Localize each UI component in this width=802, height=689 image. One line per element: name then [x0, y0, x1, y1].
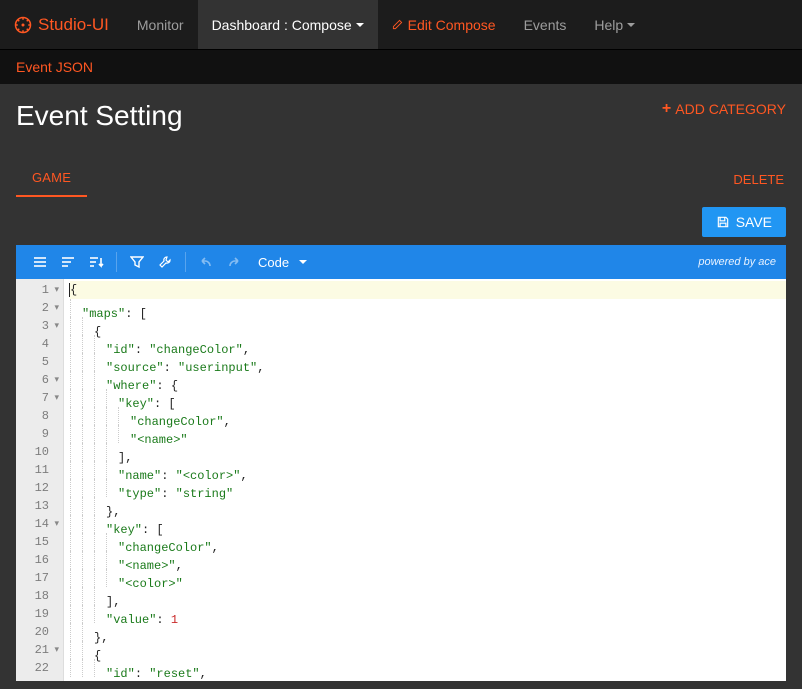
line-number: 6▾ — [24, 371, 59, 389]
redo-icon[interactable] — [220, 249, 248, 275]
fold-toggle-icon[interactable]: ▾ — [51, 515, 59, 533]
line-number: 22 — [24, 659, 59, 677]
line-number: 10 — [24, 443, 59, 461]
undo-icon[interactable] — [192, 249, 220, 275]
code-line[interactable]: { — [70, 281, 786, 299]
nav-edit-compose[interactable]: Edit Compose — [378, 0, 510, 49]
line-number: 9 — [24, 425, 59, 443]
delete-category-button[interactable]: DELETE — [731, 162, 786, 197]
nav-events[interactable]: Events — [510, 0, 581, 49]
line-number-gutter: 1▾2▾3▾456▾7▾891011121314▾15161718192021▾… — [16, 279, 64, 681]
code-line[interactable]: "type": "string" — [70, 479, 786, 497]
save-icon — [716, 215, 730, 229]
expand-all-icon[interactable] — [26, 249, 54, 275]
toolbar-separator — [116, 252, 117, 272]
editor-toolbar: Code powered by ace — [16, 245, 786, 279]
pencil-icon — [392, 19, 403, 30]
line-number: 1▾ — [24, 281, 59, 299]
code-line[interactable]: "maps": [ — [70, 299, 786, 317]
json-editor: Code powered by ace 1▾2▾3▾456▾7▾89101112… — [16, 245, 786, 681]
category-tabs: GAME — [16, 160, 87, 197]
page-body: Event Setting + ADD CATEGORY GAME DELETE… — [0, 84, 802, 689]
nav-dashboard-compose[interactable]: Dashboard : Compose — [198, 0, 378, 49]
code-line[interactable]: "changeColor", — [70, 533, 786, 551]
line-number: 4 — [24, 335, 59, 353]
line-number: 15 — [24, 533, 59, 551]
code-line[interactable]: "source": "userinput", — [70, 353, 786, 371]
code-line[interactable]: "<color>" — [70, 569, 786, 587]
filter-icon[interactable] — [123, 249, 151, 275]
editor-mode-label: Code — [258, 255, 289, 270]
nav-help[interactable]: Help — [580, 0, 649, 49]
repair-icon[interactable] — [151, 249, 179, 275]
code-line[interactable]: { — [70, 641, 786, 659]
line-number: 20 — [24, 623, 59, 641]
code-line[interactable]: "name": "<color>", — [70, 461, 786, 479]
collapse-all-icon[interactable] — [54, 249, 82, 275]
line-number: 21▾ — [24, 641, 59, 659]
code-line[interactable]: "changeColor", — [70, 407, 786, 425]
code-content[interactable]: {"maps": [{"id": "changeColor","source":… — [64, 279, 786, 681]
code-line[interactable]: "id": "reset", — [70, 659, 786, 677]
line-number: 12 — [24, 479, 59, 497]
powered-by-label: powered by ace — [698, 256, 776, 268]
code-line[interactable]: "key": [ — [70, 515, 786, 533]
chevron-down-icon — [356, 23, 364, 27]
code-line[interactable]: "id": "changeColor", — [70, 335, 786, 353]
fold-toggle-icon[interactable]: ▾ — [51, 281, 59, 299]
line-number: 8 — [24, 407, 59, 425]
brand-logo-icon — [14, 16, 32, 34]
fold-toggle-icon[interactable]: ▾ — [51, 317, 59, 335]
brand-link[interactable]: Studio-UI — [0, 0, 123, 49]
line-number: 13 — [24, 497, 59, 515]
add-category-button[interactable]: + ADD CATEGORY — [662, 100, 786, 118]
brand-text: Studio-UI — [38, 15, 109, 35]
sort-icon[interactable] — [82, 249, 110, 275]
code-editor[interactable]: 1▾2▾3▾456▾7▾891011121314▾15161718192021▾… — [16, 279, 786, 681]
chevron-down-icon — [627, 23, 635, 27]
fold-toggle-icon[interactable]: ▾ — [51, 389, 59, 407]
line-number: 2▾ — [24, 299, 59, 317]
add-category-label: ADD CATEGORY — [675, 101, 786, 117]
line-number: 16 — [24, 551, 59, 569]
code-line[interactable]: "where": { — [70, 371, 786, 389]
line-number: 14▾ — [24, 515, 59, 533]
top-navbar: Studio-UI Monitor Dashboard : Compose Ed… — [0, 0, 802, 50]
line-number: 3▾ — [24, 317, 59, 335]
tab-game[interactable]: GAME — [16, 160, 87, 197]
line-number: 7▾ — [24, 389, 59, 407]
nav-monitor[interactable]: Monitor — [123, 0, 198, 49]
subnav-event-json[interactable]: Event JSON — [16, 59, 93, 75]
line-number: 5 — [24, 353, 59, 371]
toolbar-separator — [185, 252, 186, 272]
fold-toggle-icon[interactable]: ▾ — [51, 371, 59, 389]
editor-mode-select[interactable]: Code — [258, 255, 307, 270]
line-number: 17 — [24, 569, 59, 587]
code-line[interactable]: "<name>" — [70, 425, 786, 443]
line-number: 19 — [24, 605, 59, 623]
fold-toggle-icon[interactable]: ▾ — [51, 299, 59, 317]
code-line[interactable]: "<name>", — [70, 551, 786, 569]
save-button[interactable]: SAVE — [702, 207, 786, 237]
plus-icon: + — [662, 100, 671, 118]
line-number: 11 — [24, 461, 59, 479]
code-line[interactable]: "value": 1 — [70, 605, 786, 623]
line-number: 18 — [24, 587, 59, 605]
page-title: Event Setting — [16, 100, 183, 132]
breadcrumb-subnav: Event JSON — [0, 50, 802, 84]
fold-toggle-icon[interactable]: ▾ — [51, 641, 59, 659]
chevron-down-icon — [299, 260, 307, 264]
code-line[interactable]: { — [70, 317, 786, 335]
save-button-label: SAVE — [736, 214, 772, 230]
